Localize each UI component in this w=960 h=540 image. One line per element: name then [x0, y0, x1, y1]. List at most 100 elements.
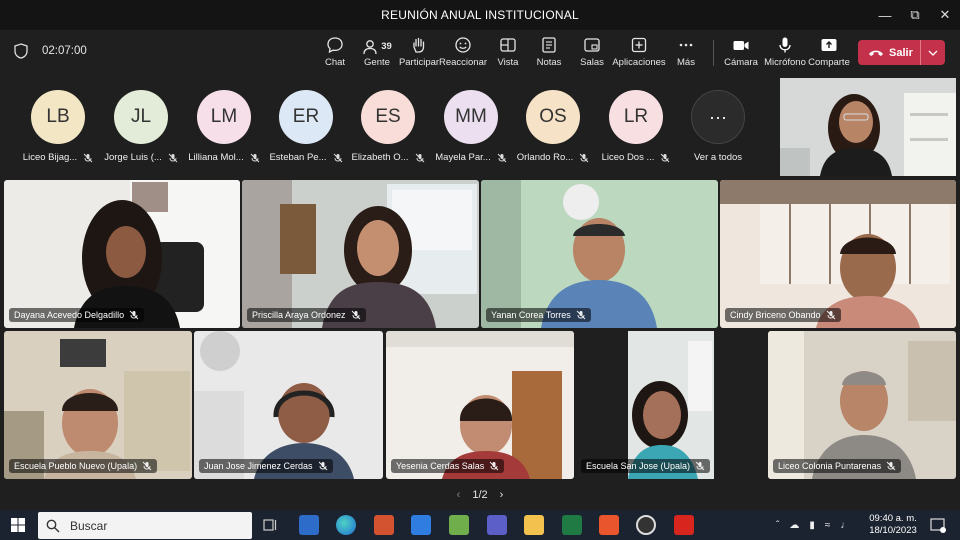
notes-button[interactable]: Notas [535, 36, 563, 72]
teams-icon[interactable] [487, 515, 507, 535]
participant-name-label: Escuela San Jose (Upala) [581, 459, 711, 473]
usb-icon[interactable]: ▮ [809, 520, 815, 531]
chevron-up-icon[interactable]: ˆ [776, 520, 779, 531]
people-icon [363, 39, 377, 54]
react-button[interactable]: Reaccionar [438, 36, 488, 72]
notification-icon[interactable] [930, 518, 946, 533]
participant-name-label: Juan Jose Jimenez Cerdas [199, 459, 333, 473]
meeting-toolbar: 02:07:00 Chat 39 Gente Participar Reacci… [0, 30, 960, 76]
next-page-icon[interactable]: › [500, 489, 504, 501]
leave-label: Salir [889, 46, 913, 59]
people-button[interactable]: 39 Gente [362, 36, 392, 72]
task-view-icon[interactable] [262, 517, 278, 533]
rooms-button[interactable]: Salas [578, 36, 606, 72]
chat-button[interactable]: Chat [322, 36, 348, 72]
search-placeholder: Buscar [70, 518, 108, 533]
participant-video-tile[interactable]: Escuela San Jose (Upala) [576, 331, 765, 479]
view-icon [500, 38, 516, 52]
participant-video-tile[interactable]: Yanan Corea Torres [481, 180, 718, 328]
avatar-tile[interactable]: LM Lilliana Mol... [184, 90, 264, 163]
participant-video-tile[interactable]: Liceo Colonia Puntarenas [768, 331, 956, 479]
notes-icon [542, 37, 556, 53]
office-icon[interactable] [599, 515, 619, 535]
avatar-name: Mayela Par... [435, 152, 491, 163]
participant-video [481, 180, 718, 328]
mic-off-icon [83, 153, 93, 162]
volume-icon[interactable]: ♩ [840, 520, 850, 531]
rooms-label: Salas [580, 57, 604, 68]
system-tray: ˆ ☁ ▮ ≈ ♩ [776, 510, 850, 540]
share-icon [821, 39, 837, 51]
self-view-image [780, 78, 956, 176]
mic-off-icon [142, 461, 152, 471]
avatar-name: Jorge Luis (... [104, 152, 162, 163]
avatar: MM [444, 90, 498, 144]
view-button[interactable]: Vista [494, 36, 522, 72]
participant-video [4, 180, 240, 328]
windows-start-icon[interactable] [11, 518, 25, 532]
avatar-tile[interactable]: JL Jorge Luis (... [101, 90, 181, 163]
avatar-tile[interactable]: LB Liceo Bijag... [18, 90, 98, 163]
participant-video [242, 180, 479, 328]
camera-icon [733, 41, 749, 50]
avatar-tile[interactable]: LR Liceo Dos ... [596, 90, 676, 163]
page-indicator: 1/2 [472, 489, 488, 501]
avatar-tile[interactable]: OS Orlando Ro... [513, 90, 593, 163]
close-icon[interactable]: ✕ [930, 0, 960, 30]
mic-off-icon [318, 461, 327, 471]
media-player-icon[interactable] [636, 515, 656, 535]
participant-video-tile[interactable]: Cindy Briceno Obando [720, 180, 956, 328]
chat-label: Chat [324, 57, 346, 68]
leave-dropdown[interactable] [920, 40, 945, 65]
avatar-tile[interactable]: ES Elizabeth O... [348, 90, 428, 163]
acrobat-icon[interactable] [674, 515, 694, 535]
participant-name-label: Cindy Briceno Obando [725, 308, 841, 322]
taskbar-clock[interactable]: 09:40 a. m. 18/10/2023 [864, 513, 922, 537]
avatar-tile[interactable]: ER Esteban Pe... [266, 90, 346, 163]
microphone-label: Micrófono [764, 57, 806, 68]
mail-icon[interactable] [411, 515, 431, 535]
maximize-icon[interactable]: ⧉ [900, 0, 930, 30]
raise-hand-label: Participar [398, 57, 440, 68]
mic-off-icon [695, 461, 705, 471]
rooms-icon [584, 38, 600, 52]
notes-label: Notas [536, 57, 562, 68]
prev-page-icon[interactable]: ‹ [457, 489, 461, 501]
participant-video-tile[interactable]: Yesenia Cerdas Salas [386, 331, 574, 479]
minimize-icon[interactable]: — [870, 0, 900, 30]
apps-icon [631, 37, 647, 53]
react-label: Reaccionar [438, 57, 488, 68]
participant-name-label: Liceo Colonia Puntarenas [773, 459, 902, 473]
title-bar: REUNIÓN ANUAL INSTITUCIONAL — ⧉ ✕ [0, 0, 960, 30]
onedrive-icon[interactable]: ☁ [789, 520, 799, 531]
participant-video-tile[interactable]: Dayana Acevedo Delgadillo [4, 180, 240, 328]
tool-icon[interactable] [449, 515, 469, 535]
edge-icon[interactable] [336, 515, 356, 535]
wifi-icon[interactable]: ≈ [825, 520, 831, 531]
participants-strip: LB Liceo Bijag... JL Jorge Luis (... LM … [0, 80, 780, 176]
avatar: LM [197, 90, 251, 144]
participant-video-tile[interactable]: Escuela Pueblo Nuevo (Upala) [4, 331, 192, 479]
camera-button[interactable]: Cámara [724, 36, 758, 72]
leave-main-button[interactable]: Salir [858, 40, 920, 65]
more-label: Más [677, 57, 695, 68]
file-explorer-icon[interactable] [299, 515, 319, 535]
self-view-video[interactable] [780, 78, 956, 176]
apps-button[interactable]: Aplicaciones [612, 36, 666, 72]
share-button[interactable]: Comparte [808, 36, 850, 72]
raise-hand-button[interactable]: Participar [398, 36, 440, 72]
powerpoint-icon[interactable] [374, 515, 394, 535]
people-count-badge: 39 [381, 41, 392, 52]
leave-button[interactable]: Salir [858, 40, 945, 65]
avatar-tile[interactable]: MM Mayela Par... [431, 90, 511, 163]
taskbar-search[interactable]: Buscar [38, 512, 252, 539]
participant-video-tile[interactable]: Priscilla Araya Ordonez [242, 180, 479, 328]
see-all-button[interactable]: ··· Ver a todos [678, 90, 758, 163]
toolbar-divider [713, 40, 714, 66]
participant-name-label: Dayana Acevedo Delgadillo [9, 308, 145, 322]
participant-video-tile[interactable]: Juan Jose Jimenez Cerdas [194, 331, 383, 479]
more-button[interactable]: Más [674, 36, 698, 72]
microphone-button[interactable]: Micrófono [764, 36, 806, 72]
excel-icon[interactable] [562, 515, 582, 535]
folder-icon[interactable] [524, 515, 544, 535]
